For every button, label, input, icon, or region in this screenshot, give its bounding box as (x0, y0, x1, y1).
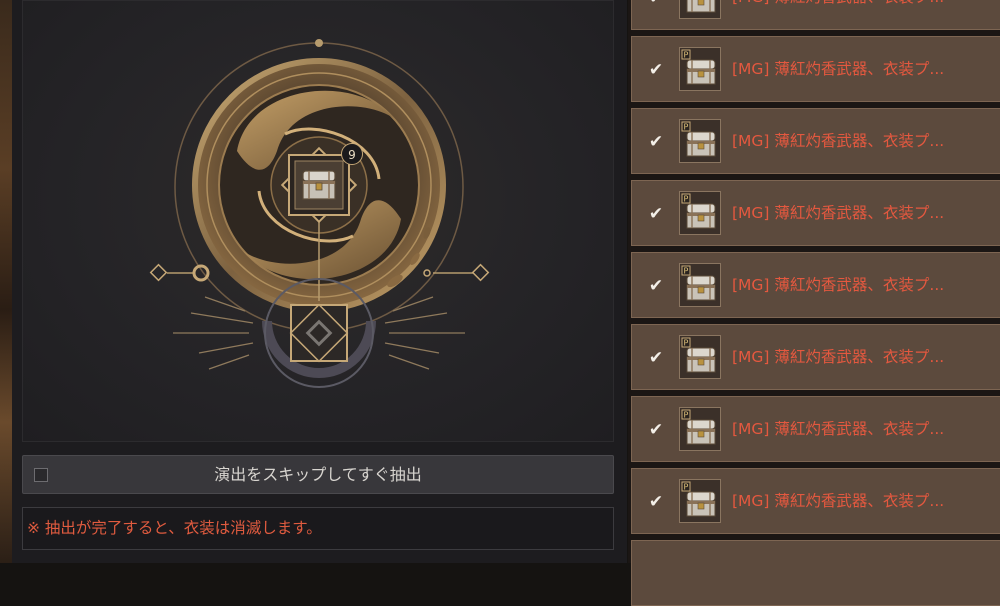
svg-text:P: P (684, 483, 689, 492)
item-name: [MG] 薄紅灼香武器、衣装プ... (732, 132, 945, 150)
extraction-stage: 9 (22, 0, 614, 442)
svg-text:P: P (684, 267, 689, 276)
treasure-chest-icon: P (679, 191, 721, 235)
svg-text:P: P (684, 339, 689, 348)
item-name: [MG] 薄紅灼香武器、衣装プ... (732, 276, 945, 294)
list-item[interactable]: ✔ P [MG] 薄紅灼香武器、衣装プ... (631, 108, 1000, 174)
item-name: [MG] 薄紅灼香武器、衣装プ... (732, 60, 945, 78)
treasure-chest-icon: P (679, 479, 721, 523)
treasure-chest-icon: P (679, 47, 721, 91)
treasure-chest-icon: P (679, 263, 721, 307)
item-checkbox[interactable]: ✔ (647, 349, 665, 367)
svg-text:P: P (684, 123, 689, 132)
item-checkbox[interactable]: ✔ (647, 0, 665, 7)
list-item[interactable]: ✔ P [MG] 薄紅灼香武器、衣装プ... (631, 396, 1000, 462)
item-name: [MG] 薄紅灼香武器、衣装プ... (732, 0, 944, 29)
item-list[interactable]: ✔ P [MG] 薄紅灼香武器、衣装プ... ✔ P [MG] 薄紅灼香武器、衣装プ...… (628, 0, 1000, 606)
item-checkbox[interactable]: ✔ (647, 421, 665, 439)
treasure-chest-icon: P (679, 407, 721, 451)
treasure-chest-icon: P (679, 119, 721, 163)
list-item[interactable] (631, 540, 1000, 606)
skip-animation-option[interactable]: 演出をスキップしてすぐ抽出 (22, 455, 614, 494)
svg-text:P: P (684, 51, 689, 60)
background-artwork (0, 0, 12, 563)
extraction-emblem (149, 39, 490, 388)
item-checkbox[interactable]: ✔ (647, 61, 665, 79)
list-item[interactable]: ✔ P [MG] 薄紅灼香武器、衣装プ... (631, 324, 1000, 390)
item-count-badge: 9 (341, 143, 363, 165)
skip-animation-label: 演出をスキップしてすぐ抽出 (214, 465, 422, 484)
list-item[interactable]: ✔ P [MG] 薄紅灼香武器、衣装プ... (631, 36, 1000, 102)
item-name: [MG] 薄紅灼香武器、衣装プ... (732, 348, 945, 366)
extraction-notice: ※ 抽出が完了すると、衣装は消滅します。 (22, 507, 614, 550)
item-checkbox[interactable]: ✔ (647, 493, 665, 511)
item-checkbox[interactable]: ✔ (647, 133, 665, 151)
notice-text: ※ 抽出が完了すると、衣装は消滅します。 (27, 519, 322, 537)
item-checkbox[interactable]: ✔ (647, 277, 665, 295)
treasure-chest-icon: P (679, 335, 721, 379)
item-checkbox[interactable]: ✔ (647, 205, 665, 223)
list-item[interactable]: ✔ P [MG] 薄紅灼香武器、衣装プ... (631, 252, 1000, 318)
item-name: [MG] 薄紅灼香武器、衣装プ... (732, 420, 945, 438)
treasure-chest-icon: P (679, 0, 721, 19)
list-item[interactable]: ✔ P [MG] 薄紅灼香武器、衣装プ... (631, 180, 1000, 246)
list-item[interactable]: ✔ P [MG] 薄紅灼香武器、衣装プ... (631, 0, 1000, 30)
list-item[interactable]: ✔ P [MG] 薄紅灼香武器、衣装プ... (631, 468, 1000, 534)
svg-text:P: P (684, 411, 689, 420)
treasure-chest-icon (302, 170, 336, 200)
item-name: [MG] 薄紅灼香武器、衣装プ... (732, 204, 945, 222)
svg-text:P: P (684, 195, 689, 204)
item-name: [MG] 薄紅灼香武器、衣装プ... (732, 492, 945, 510)
